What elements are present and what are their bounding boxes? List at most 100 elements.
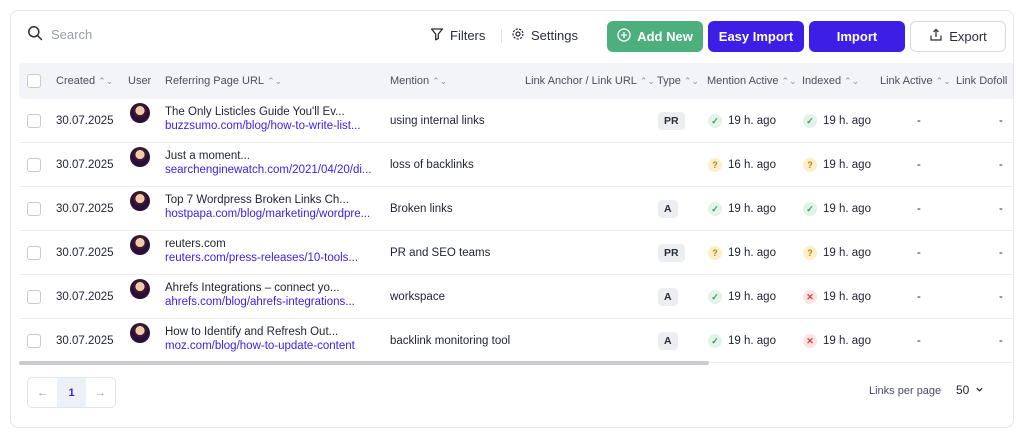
row-checkbox[interactable] bbox=[27, 158, 41, 172]
column-mention-active[interactable]: Mention Active ⌃⌄ bbox=[707, 63, 797, 99]
select-all-cell bbox=[27, 63, 41, 99]
horizontal-scrollbar[interactable] bbox=[19, 361, 709, 365]
mention-active-time: 19 h. ago bbox=[728, 247, 776, 259]
link-dofollow-value: - bbox=[999, 115, 1003, 127]
column-type[interactable]: Type ⌃⌄ bbox=[657, 63, 699, 99]
indexed-cell: ✓ 19 h. ago bbox=[803, 99, 871, 143]
referring-page-cell: Top 7 Wordpress Broken Links Ch... hostp… bbox=[165, 194, 370, 220]
table-row[interactable]: 30.07.2025 Ahrefs Integrations – connect… bbox=[19, 275, 1013, 319]
mention-text: loss of backlinks bbox=[390, 159, 474, 171]
filters-button[interactable]: Filters bbox=[430, 27, 485, 44]
search-input[interactable] bbox=[51, 27, 251, 42]
avatar[interactable] bbox=[130, 191, 150, 211]
link-dofollow-value: - bbox=[999, 335, 1003, 347]
row-select-cell bbox=[27, 143, 41, 187]
indexed-cell: ✕ 19 h. ago bbox=[803, 275, 871, 319]
user-avatar-cell bbox=[130, 147, 150, 167]
column-mention[interactable]: Mention ⌃⌄ bbox=[390, 63, 447, 99]
user-avatar-cell bbox=[130, 323, 150, 343]
avatar[interactable] bbox=[130, 235, 150, 255]
status-ok-icon: ✓ bbox=[708, 114, 722, 128]
next-page-button[interactable]: → bbox=[86, 378, 115, 407]
table-row[interactable]: 30.07.2025 reuters.com reuters.com/press… bbox=[19, 231, 1013, 275]
column-anchor[interactable]: Link Anchor / Link URL ⌃⌄ bbox=[525, 63, 655, 99]
type-cell: PR bbox=[658, 231, 685, 275]
created-date: 30.07.2025 bbox=[56, 115, 114, 127]
table-row[interactable]: 30.07.2025 How to Identify and Refresh O… bbox=[19, 319, 1013, 363]
row-select-cell bbox=[27, 99, 41, 143]
type-badge: A bbox=[658, 288, 678, 306]
links-per-page-select[interactable]: 50 bbox=[956, 383, 984, 397]
page-1-button[interactable]: 1 bbox=[57, 378, 86, 407]
mention-text: using internal links bbox=[390, 115, 485, 127]
mention-active-cell: ? 19 h. ago bbox=[708, 231, 776, 275]
column-referring-url[interactable]: Referring Page URL ⌃⌄ bbox=[165, 63, 282, 99]
prev-page-button[interactable]: ← bbox=[28, 378, 57, 407]
page-url-link[interactable]: searchenginewatch.com/2021/04/20/di... bbox=[165, 164, 372, 176]
type-cell: A bbox=[658, 187, 678, 231]
column-indexed[interactable]: Indexed ⌃⌄ bbox=[802, 63, 859, 99]
mention-active-time: 19 h. ago bbox=[728, 115, 776, 127]
page-title: reuters.com bbox=[165, 238, 226, 250]
indexed-cell: ? 19 h. ago bbox=[803, 231, 871, 275]
add-new-label: Add New bbox=[637, 29, 693, 44]
referring-page-cell: Ahrefs Integrations – connect yo... ahre… bbox=[165, 282, 355, 308]
column-mention-active-label: Mention Active bbox=[707, 75, 779, 87]
indexed-time: 19 h. ago bbox=[823, 159, 871, 171]
page-url-link[interactable]: ahrefs.com/blog/ahrefs-integrations... bbox=[165, 296, 355, 308]
import-button[interactable]: Import bbox=[809, 21, 905, 52]
type-badge: PR bbox=[658, 244, 685, 262]
type-cell: A bbox=[658, 275, 678, 319]
toolbar: Filters Settings Add New Easy Import Imp… bbox=[11, 11, 1013, 63]
column-link-dofollow-label: Link Dofoll bbox=[956, 75, 1008, 87]
gear-icon bbox=[511, 27, 525, 44]
indexed-time: 19 h. ago bbox=[823, 335, 871, 347]
mention-text: backlink monitoring tool bbox=[390, 335, 511, 347]
sort-icon: ⌃⌄ bbox=[639, 75, 655, 86]
row-checkbox[interactable] bbox=[27, 114, 41, 128]
column-link-active[interactable]: Link Active ⌃⌄ bbox=[880, 63, 951, 99]
pagination: ← 1 → bbox=[27, 377, 116, 408]
mention-text: PR and SEO teams bbox=[390, 247, 491, 259]
mention-active-cell: ? 16 h. ago bbox=[708, 143, 776, 187]
link-dofollow-value: - bbox=[999, 291, 1003, 303]
avatar[interactable] bbox=[130, 323, 150, 343]
avatar[interactable] bbox=[130, 147, 150, 167]
referring-page-cell: The Only Listicles Guide You'll Ev... bu… bbox=[165, 106, 361, 132]
links-per-page-value: 50 bbox=[956, 383, 970, 397]
row-checkbox[interactable] bbox=[27, 246, 41, 260]
page-title: The Only Listicles Guide You'll Ev... bbox=[165, 106, 345, 118]
page-number: 1 bbox=[68, 386, 75, 399]
search-box[interactable] bbox=[27, 25, 251, 44]
column-referring-url-label: Referring Page URL bbox=[165, 75, 265, 87]
table-row[interactable]: 30.07.2025 Top 7 Wordpress Broken Links … bbox=[19, 187, 1013, 231]
avatar[interactable] bbox=[130, 103, 150, 123]
page-title: Top 7 Wordpress Broken Links Ch... bbox=[165, 194, 349, 206]
export-button[interactable]: Export bbox=[910, 21, 1006, 52]
easy-import-button[interactable]: Easy Import bbox=[708, 21, 804, 52]
created-date: 30.07.2025 bbox=[56, 335, 114, 347]
column-created[interactable]: Created ⌃⌄ bbox=[56, 63, 113, 99]
toolbar-divider bbox=[501, 29, 502, 43]
indexed-time: 19 h. ago bbox=[823, 291, 871, 303]
page-title: Just a moment... bbox=[165, 150, 251, 162]
row-checkbox[interactable] bbox=[27, 202, 41, 216]
status-bad-icon: ✕ bbox=[803, 334, 817, 348]
import-label: Import bbox=[836, 29, 878, 44]
avatar[interactable] bbox=[130, 279, 150, 299]
select-all-checkbox[interactable] bbox=[27, 74, 41, 88]
page-url-link[interactable]: buzzsumo.com/blog/how-to-write-list... bbox=[165, 120, 361, 132]
type-badge: A bbox=[658, 332, 678, 350]
page-url-link[interactable]: moz.com/blog/how-to-update-content bbox=[165, 340, 355, 352]
table-row[interactable]: 30.07.2025 The Only Listicles Guide You'… bbox=[19, 99, 1013, 143]
column-link-dofollow[interactable]: Link Dofoll bbox=[956, 63, 1007, 99]
page-url-link[interactable]: reuters.com/press-releases/10-tools... bbox=[165, 252, 358, 264]
row-checkbox[interactable] bbox=[27, 290, 41, 304]
mention-text: Broken links bbox=[390, 203, 453, 215]
table-row[interactable]: 30.07.2025 Just a moment... searchengine… bbox=[19, 143, 1013, 187]
column-user-label: User bbox=[128, 75, 152, 87]
row-checkbox[interactable] bbox=[27, 334, 41, 348]
settings-button[interactable]: Settings bbox=[511, 27, 578, 44]
page-url-link[interactable]: hostpapa.com/blog/marketing/wordpre... bbox=[165, 208, 370, 220]
add-new-button[interactable]: Add New bbox=[607, 21, 703, 52]
